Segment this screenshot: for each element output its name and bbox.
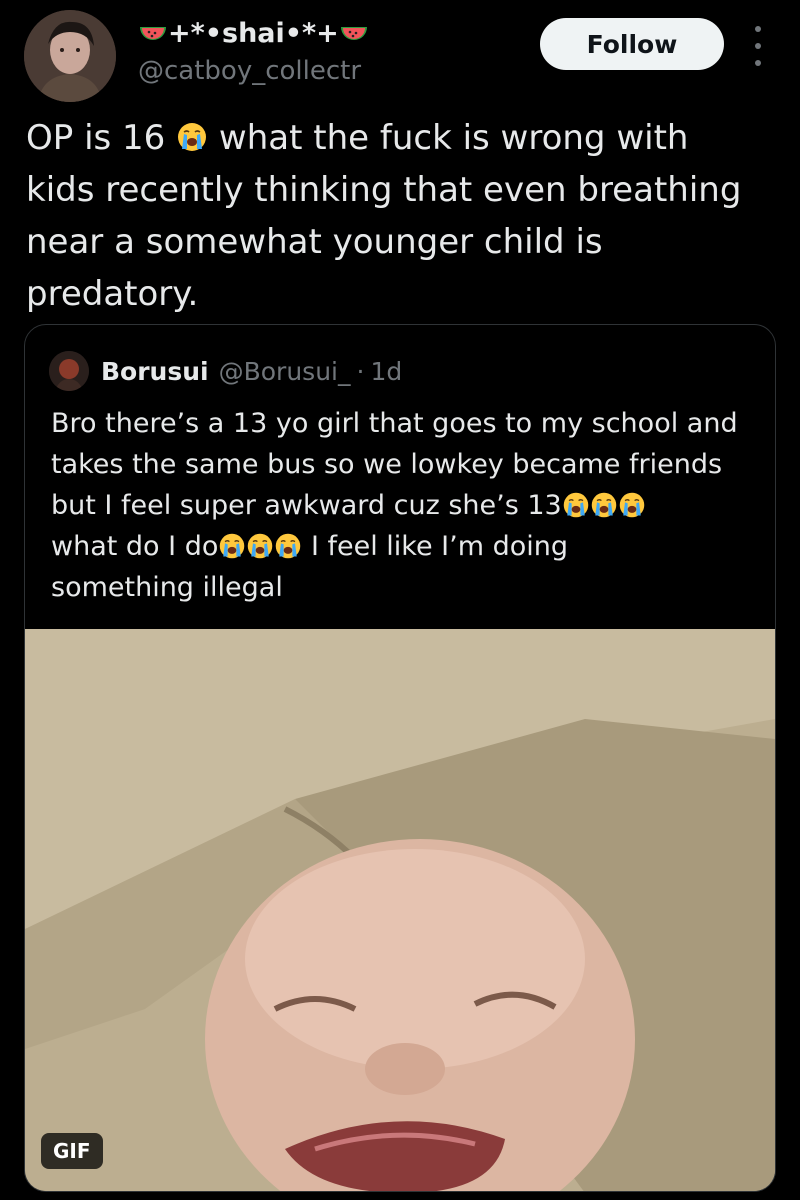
quoted-text-segment: but I feel super awkward cuz she’s 13 <box>51 490 562 521</box>
tweet-text-segment: OP is 16 <box>26 118 177 158</box>
watermelon-icon <box>339 23 369 45</box>
author-name-prefix: +*• <box>168 18 222 49</box>
author-name-suffix: •*+ <box>284 18 339 49</box>
quoted-text-line: something illegal <box>51 572 283 603</box>
watermelon-icon <box>138 23 168 45</box>
crying-face-icon <box>246 532 274 560</box>
more-options-icon[interactable] <box>746 26 770 66</box>
author-display-name[interactable]: +*• shai •*+ <box>138 18 369 49</box>
quoted-tweet[interactable]: Borusui @Borusui_ · 1d Bro there’s a 13 … <box>24 324 776 1192</box>
crying-face-icon <box>274 532 302 560</box>
tweet-text-segment: what the fuck is wrong with <box>208 118 689 158</box>
crying-face-icon <box>218 532 246 560</box>
author-avatar[interactable] <box>24 10 116 102</box>
quoted-tweet-header: Borusui @Borusui_ · 1d <box>49 351 402 391</box>
author-name-core: shai <box>222 18 285 49</box>
user-avatar-icon <box>49 351 89 391</box>
tweet-body: OP is 16 what the fuck is wrong with kid… <box>26 112 776 320</box>
quoted-tweet-body: Bro there’s a 13 yo girl that goes to my… <box>51 403 761 608</box>
quoted-author-name: Borusui <box>101 356 209 386</box>
tweet-text-line: predatory. <box>26 274 199 314</box>
user-avatar-icon <box>24 10 116 102</box>
gif-badge: GIF <box>41 1133 103 1169</box>
tweet-text-line: near a somewhat younger child is <box>26 222 603 262</box>
quoted-author-handle: @Borusui_ <box>218 356 351 386</box>
quoted-gif-media[interactable]: GIF <box>25 629 775 1191</box>
crying-face-icon <box>562 491 590 519</box>
separator-dot: · <box>356 356 365 386</box>
crying-baby-image <box>25 629 775 1191</box>
quoted-text-segment: I feel like I’m doing <box>302 531 569 562</box>
quoted-author-avatar <box>49 351 89 391</box>
crying-face-icon <box>590 491 618 519</box>
crying-face-icon <box>618 491 646 519</box>
tweet-page: +*• shai •*+ @catboy_collectr Follow OP … <box>0 0 800 1200</box>
author-handle[interactable]: @catboy_collectr <box>138 56 361 86</box>
quoted-timestamp: 1d <box>370 356 403 386</box>
quoted-text-line: takes the same bus so we lowkey became f… <box>51 449 723 480</box>
quoted-text-line: Bro there’s a 13 yo girl that goes to my… <box>51 408 738 439</box>
quoted-text-segment: what do I do <box>51 531 219 562</box>
follow-button[interactable]: Follow <box>540 18 724 70</box>
tweet-text-line: kids recently thinking that even breathi… <box>26 170 742 210</box>
crying-face-icon <box>176 121 208 153</box>
